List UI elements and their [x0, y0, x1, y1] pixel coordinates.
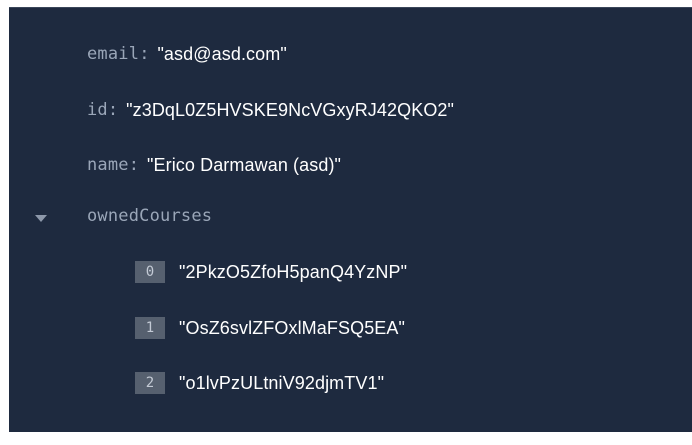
- field-key: email: [87, 44, 140, 64]
- field-value: "z3DqL0Z5HVSKE9NcVGxyRJ42QKO2": [126, 99, 455, 120]
- field-value: "Erico Darmawan (asd)": [147, 154, 342, 175]
- array-item-value: "o1lvPzULtniV92djmTV1": [179, 372, 385, 393]
- array-index-badge: 1: [135, 317, 165, 339]
- field-email[interactable]: email: "asd@asd.com": [87, 42, 287, 66]
- array-item[interactable]: 0 "2PkzO5ZfoH5panQ4YzNP": [135, 259, 407, 285]
- field-key: ownedCourses: [87, 206, 213, 226]
- array-item-value: "2PkzO5ZfoH5panQ4YzNP": [179, 261, 408, 282]
- document-viewer: email: "asd@asd.com" id: "z3DqL0Z5HVSKE9…: [9, 7, 692, 432]
- array-item[interactable]: 2 "o1lvPzULtniV92djmTV1": [135, 370, 384, 396]
- array-item[interactable]: 1 "OsZ6svlZFOxlMaFSQ5EA": [135, 315, 405, 341]
- collapse-arrow-icon[interactable]: [35, 215, 47, 222]
- colon-separator: :: [128, 155, 139, 175]
- field-key: id: [87, 100, 108, 120]
- colon-separator: :: [139, 44, 150, 64]
- array-index-badge: 0: [135, 261, 165, 283]
- field-key: name: [87, 155, 129, 175]
- field-id[interactable]: id: "z3DqL0Z5HVSKE9NcVGxyRJ42QKO2": [87, 98, 454, 122]
- colon-separator: :: [107, 100, 119, 120]
- field-owned-courses[interactable]: ownedCourses: [87, 204, 212, 228]
- field-value: "asd@asd.com": [157, 43, 287, 64]
- field-name[interactable]: name: "Erico Darmawan (asd)": [87, 153, 341, 177]
- array-index-badge: 2: [135, 372, 165, 394]
- array-item-value: "OsZ6svlZFOxlMaFSQ5EA": [179, 317, 406, 338]
